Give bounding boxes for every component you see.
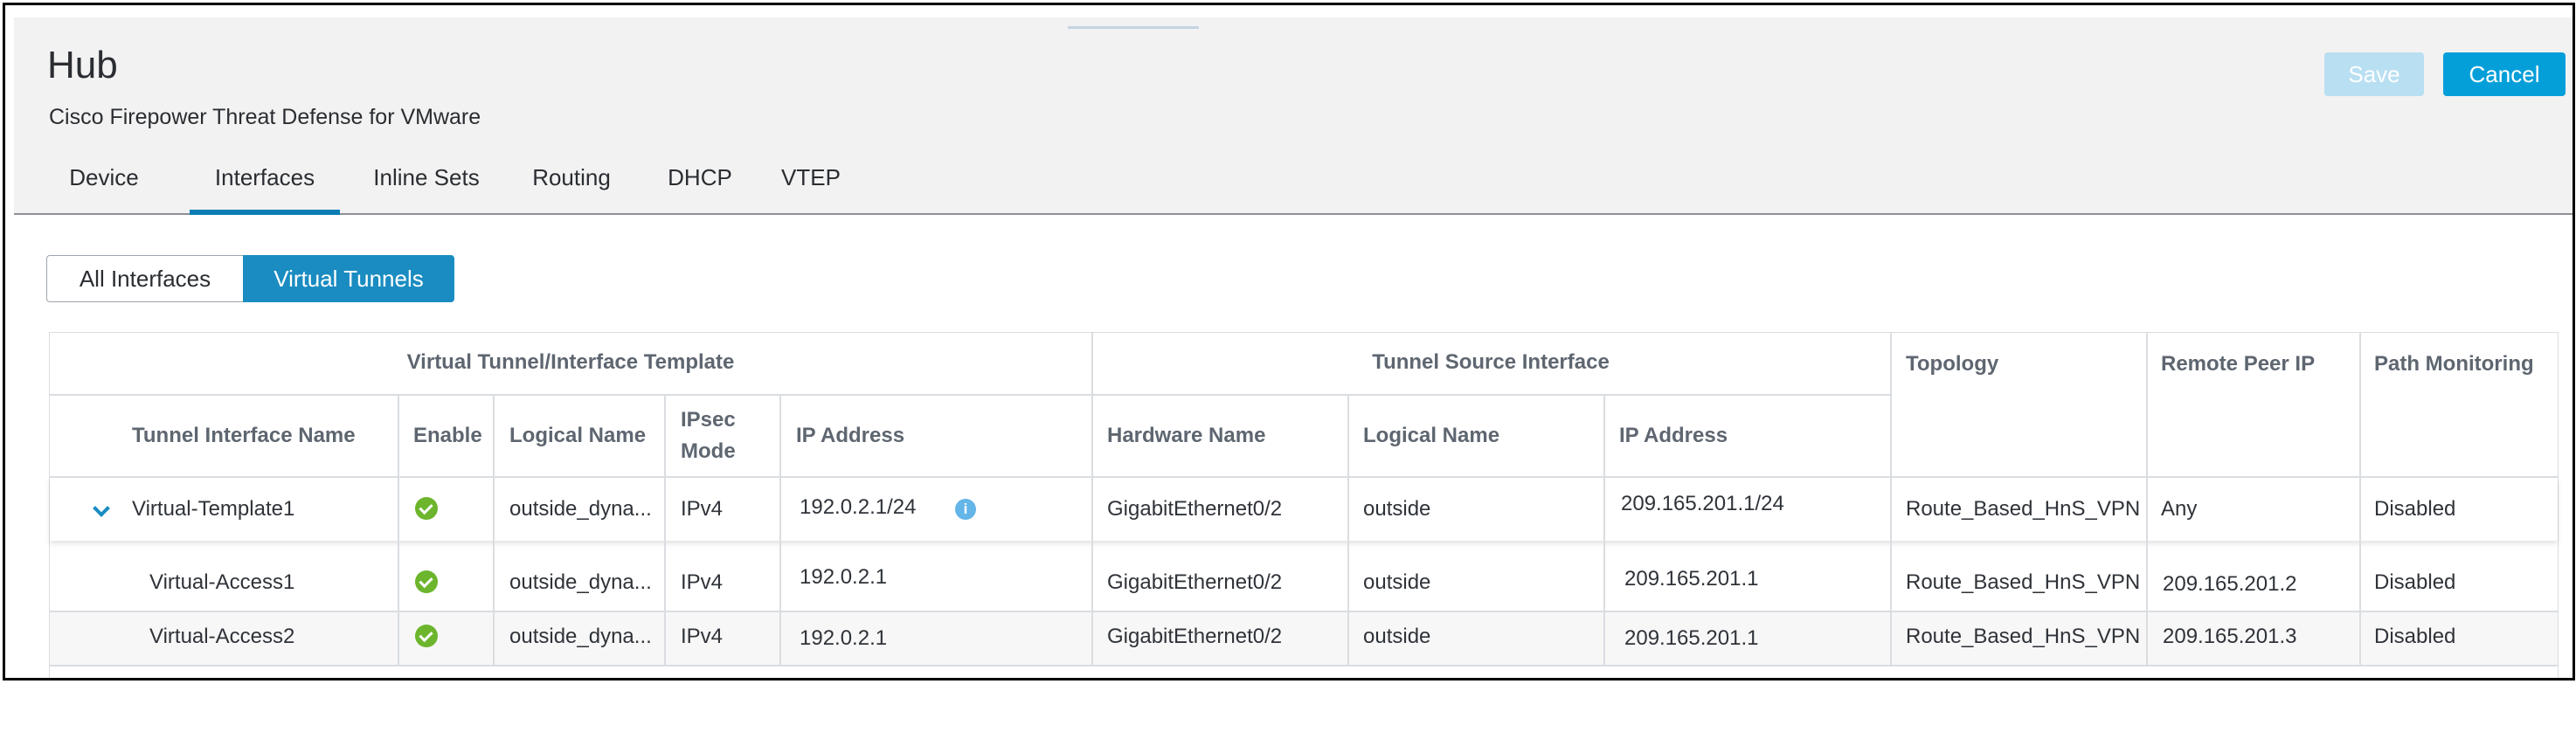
hardware-name: GigabitEthernet0/2 [1107,625,1283,648]
virtual-tunnels-table: Virtual Tunnel/Interface Template Tunnel… [49,332,2559,678]
logical-name: outside_dyna... [509,625,652,648]
remote-peer-ip: Any [2161,497,2198,521]
logical-name: outside_dyna... [509,497,652,521]
ip-address: 192.0.2.1/24 [800,495,917,519]
tunnel-name: Virtual-Access1 [149,570,295,594]
source-logical-name: outside [1363,570,1431,594]
col-header-topology[interactable]: Topology [1906,352,1998,376]
ipsec-mode: IPv4 [681,570,724,594]
source-ip-address: 209.165.201.1/24 [1621,492,1784,515]
device-model: Cisco Firepower Threat Defense for VMwar… [49,105,481,129]
hardware-name: GigabitEthernet0/2 [1107,497,1283,521]
check-circle-icon [415,570,438,593]
col-header-src-ip-address[interactable]: IP Address [1619,424,1728,448]
page-title: Hub [47,44,118,86]
ipsec-mode: IPv4 [681,625,724,648]
info-icon[interactable]: i [955,499,976,520]
topology: Route_Based_HnS_VPN [1906,497,2141,521]
tab-inline-sets[interactable]: Inline Sets [365,164,488,213]
col-header-enable[interactable]: Enable [413,424,482,448]
col-header-ipsec-mode[interactable]: IPsec [681,408,736,432]
tab-device[interactable]: Device [56,164,152,213]
tab-dhcp[interactable]: DHCP [661,164,739,213]
all-interfaces-toggle[interactable]: All Interfaces [46,255,243,302]
topology: Route_Based_HnS_VPN [1906,570,2141,594]
drag-handle [1068,26,1199,29]
col-header-path-monitoring[interactable]: Path Monitoring [2374,352,2534,376]
remote-peer-ip: 209.165.201.2 [2163,572,2297,596]
group-header-template: Virtual Tunnel/Interface Template [406,350,735,374]
ip-address: 192.0.2.1 [800,565,888,589]
group-header-tunnel-source: Tunnel Source Interface [1372,350,1610,374]
path-monitoring: Disabled [2374,570,2456,594]
source-ip-address: 209.165.201.1 [1624,626,1759,650]
app-window: Hub Cisco Firepower Threat Defense for V… [3,3,2575,680]
page-header: Hub Cisco Firepower Threat Defense for V… [14,17,2573,215]
cancel-button[interactable]: Cancel [2443,52,2566,96]
col-header-logical-name[interactable]: Logical Name [509,424,646,448]
tab-interfaces[interactable]: Interfaces [190,164,340,215]
virtual-tunnels-toggle[interactable]: Virtual Tunnels [243,255,454,302]
tunnel-name: Virtual-Access2 [149,625,295,648]
ip-address: 192.0.2.1 [800,626,888,650]
col-header-hardware-name[interactable]: Hardware Name [1107,424,1265,448]
tab-vtep[interactable]: VTEP [776,164,846,213]
check-circle-icon [415,497,438,520]
topology: Route_Based_HnS_VPN [1906,625,2141,648]
remote-peer-ip: 209.165.201.3 [2163,625,2297,648]
path-monitoring: Disabled [2374,497,2456,521]
source-logical-name: outside [1363,625,1431,648]
check-circle-icon [415,625,438,647]
col-header-remote-peer-ip[interactable]: Remote Peer IP [2161,352,2315,376]
save-button[interactable]: Save [2324,52,2424,96]
source-ip-address: 209.165.201.1 [1624,567,1759,591]
col-header-tunnel-name[interactable]: Tunnel Interface Name [132,424,356,448]
logical-name: outside_dyna... [509,570,652,594]
ipsec-mode: IPv4 [681,497,724,521]
col-header-ip-address[interactable]: IP Address [796,424,904,448]
tab-routing[interactable]: Routing [523,164,620,213]
tunnel-name: Virtual-Template1 [132,497,295,521]
hardware-name: GigabitEthernet0/2 [1107,570,1283,594]
source-logical-name: outside [1363,497,1431,521]
col-header-ipsec-mode-line2: Mode [681,439,736,463]
path-monitoring: Disabled [2374,625,2456,648]
col-header-src-logical-name[interactable]: Logical Name [1363,424,1499,448]
